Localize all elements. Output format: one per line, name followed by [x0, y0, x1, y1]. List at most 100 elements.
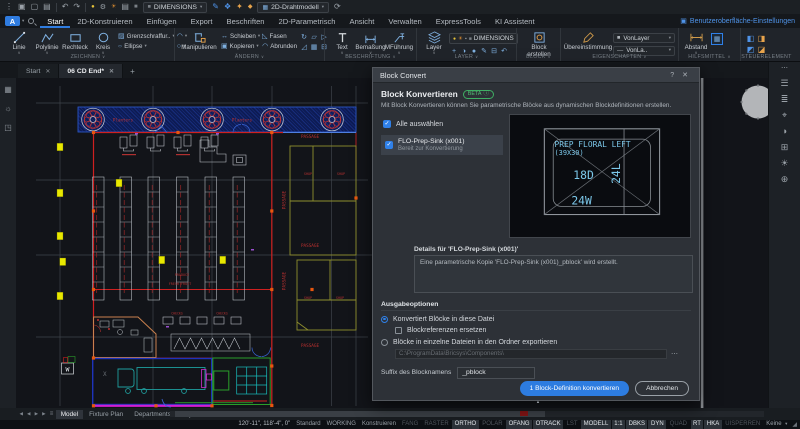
edit-icon[interactable]: ✎ — [212, 3, 219, 11]
tab-2d-konstruieren[interactable]: 2D-Konstruieren — [70, 14, 139, 28]
control-icon-1[interactable]: ◧ — [745, 33, 756, 44]
light-icon[interactable]: ☼ — [4, 104, 11, 113]
suffix-input[interactable] — [457, 367, 535, 379]
toggle-hka[interactable]: HKA — [704, 420, 721, 429]
toggle-quad[interactable]: QUAD — [667, 420, 689, 429]
panels-icon[interactable]: ▦ — [4, 85, 12, 94]
new-tab-button[interactable]: + — [123, 67, 142, 78]
redo-icon[interactable]: ↷ — [73, 3, 80, 11]
replace-references-option[interactable]: Blockreferenzen ersetzen — [395, 327, 691, 334]
tips-icon[interactable]: ☀ — [780, 159, 788, 168]
tab-ansicht[interactable]: Ansicht — [343, 14, 382, 28]
new-doc-icon[interactable]: ▢ — [31, 3, 39, 11]
next-tab-icon[interactable]: ▶ — [33, 411, 40, 417]
status-workspace[interactable]: WORKING — [324, 420, 358, 429]
horizontal-scrollbar[interactable] — [170, 411, 764, 417]
tab-export[interactable]: Export — [184, 14, 220, 28]
refresh-icon[interactable]: ⟳ — [334, 3, 341, 11]
cancel-button[interactable]: Abbrechen — [635, 381, 689, 396]
close-button[interactable]: ✕ — [678, 71, 692, 79]
export-folder-radio[interactable] — [381, 339, 388, 346]
layout-tab-fixture-plan[interactable]: Fixture Plan — [84, 410, 128, 419]
annotation-scale[interactable]: 1:1 — [612, 420, 625, 429]
collaborate-icon[interactable]: ❖ — [224, 3, 231, 11]
convert-in-file-radio[interactable] — [381, 316, 388, 323]
doc-tab-drawing[interactable]: 06 CD End* ✕ — [59, 64, 123, 78]
manipulieren-button[interactable]: Manipulieren — [179, 30, 219, 52]
panel-menu-icon[interactable]: ⋯ — [781, 65, 788, 72]
dialog-resize-grip[interactable]: ▲ — [536, 399, 540, 404]
save-icon[interactable]: ▣ — [18, 3, 26, 11]
caret-down-icon[interactable]: ▾ — [785, 422, 787, 427]
navigation-disc[interactable] — [740, 84, 768, 119]
app-button[interactable]: A — [5, 16, 20, 26]
doc-tab-start[interactable]: Start ✕ — [18, 64, 59, 78]
export-path-input[interactable] — [395, 349, 667, 359]
layers-panel-icon[interactable]: ≣ — [781, 95, 789, 104]
uebereinstimmung-button[interactable]: Übereinstimmung — [565, 30, 611, 52]
browse-button[interactable]: ⋯ — [671, 350, 678, 358]
color-swatch-icon[interactable]: ■ — [134, 4, 138, 10]
selection-filter[interactable]: Keine — [764, 420, 784, 429]
fasen-button[interactable]: ◺ Fasen — [262, 33, 297, 40]
linie-button[interactable]: Linie ∨ — [6, 30, 32, 56]
convert-in-file-option[interactable]: Konvertiert Blöcke in diese Datei — [381, 316, 691, 323]
render-materials-icon[interactable]: ◑ — [782, 127, 787, 136]
export-folder-option[interactable]: Blöcke in einzelne Dateien in den Ordner… — [381, 339, 691, 346]
search-icon[interactable] — [28, 18, 34, 24]
layer-state-combo[interactable]: ● ☀ ▪ ■ DIMENSIONS — [449, 33, 518, 44]
layer-print-icon[interactable]: ▤ — [121, 3, 129, 11]
canvas-vscrollbar[interactable] — [701, 78, 704, 408]
tab-expresstools[interactable]: ExpressTools — [429, 14, 488, 28]
toggle-dyn[interactable]: DYN — [648, 420, 666, 429]
color-combo[interactable]: ■ VonLayer ▾ — [613, 33, 675, 43]
toggle-modell[interactable]: MODELL — [581, 420, 611, 429]
grenzschraffur-button[interactable]: ▨ Grenzschraffur.. ▾ — [118, 33, 175, 40]
close-icon[interactable]: ✕ — [45, 68, 50, 75]
undo-icon[interactable]: ↶ — [62, 3, 69, 11]
scale-icon[interactable]: ◿ — [299, 43, 309, 53]
bemassung-button[interactable]: Bemaßung ∨ — [357, 30, 384, 56]
layout-tab-model[interactable]: Model — [56, 410, 83, 419]
toggle-uisperren[interactable]: UISPERREN — [723, 420, 763, 429]
selection-markers[interactable] — [57, 143, 226, 300]
toggle-dbks[interactable]: DBKS — [626, 420, 647, 429]
cloud-icon[interactable]: ⊕ — [781, 175, 789, 184]
ellipse-button[interactable]: ○ Ellipse ▾ — [118, 43, 175, 50]
tab-einfuegen[interactable]: Einfügen — [140, 14, 184, 28]
toggle-lst[interactable]: LST — [564, 420, 580, 429]
toggle-ortho[interactable]: ORTHO — [452, 420, 479, 429]
toggle-ofang[interactable]: OFANG — [506, 420, 532, 429]
tab-beschriften[interactable]: Beschriften — [220, 14, 272, 28]
structure-icon[interactable]: ◳ — [4, 123, 12, 132]
mfuehrung-button[interactable]: MFührung ∨ — [386, 30, 412, 56]
last-tab-icon[interactable]: ▶ — [41, 411, 48, 417]
status-profile[interactable]: Konstruieren — [359, 420, 398, 429]
layer-freeze-icon[interactable]: ⚙ — [100, 4, 106, 11]
layer-on-icon[interactable]: ● — [91, 4, 95, 10]
toggle-fang[interactable]: FANG — [399, 420, 420, 429]
toggle-raster[interactable]: RASTER — [422, 420, 451, 429]
info-icon[interactable]: ⓘ — [483, 90, 488, 98]
close-icon[interactable]: ✕ — [109, 68, 114, 75]
status-standard[interactable]: Standard — [294, 420, 323, 429]
tab-start[interactable]: Start — [40, 14, 70, 28]
publish-icon[interactable]: ✦ — [236, 3, 243, 11]
select-all-row[interactable]: ✓ Alle auswählen — [383, 120, 507, 128]
control-icon-2[interactable]: ◨ — [756, 33, 767, 44]
convert-button[interactable]: 1 Block-Definition konvertieren — [520, 381, 629, 396]
text-button[interactable]: Text ∨ — [329, 30, 355, 56]
kopieren-button[interactable]: ▣ Kopieren ▾ — [221, 43, 260, 50]
tab-ki-assistent[interactable]: KI Assistent — [488, 14, 542, 28]
kreis-button[interactable]: Kreis ∨ — [90, 30, 116, 56]
array-icon[interactable]: ▦ — [309, 43, 319, 53]
abrunden-button[interactable]: ◠ Abrunden — [262, 43, 297, 50]
toggle-rt[interactable]: RT — [691, 420, 704, 429]
dialog-titlebar[interactable]: Block Convert ? ✕ — [373, 68, 699, 83]
rechteck-button[interactable]: Rechteck — [62, 30, 88, 52]
layout-tab-departments[interactable]: Departments — [129, 410, 176, 419]
tools-icon[interactable]: ◆ — [248, 4, 253, 10]
abstand-button[interactable]: Abstand ∨ — [683, 30, 709, 56]
visual-style-combo[interactable]: ▦ 2D-Drahtmodell ▾ — [257, 2, 329, 13]
hscroll-thumb[interactable] — [175, 411, 545, 417]
